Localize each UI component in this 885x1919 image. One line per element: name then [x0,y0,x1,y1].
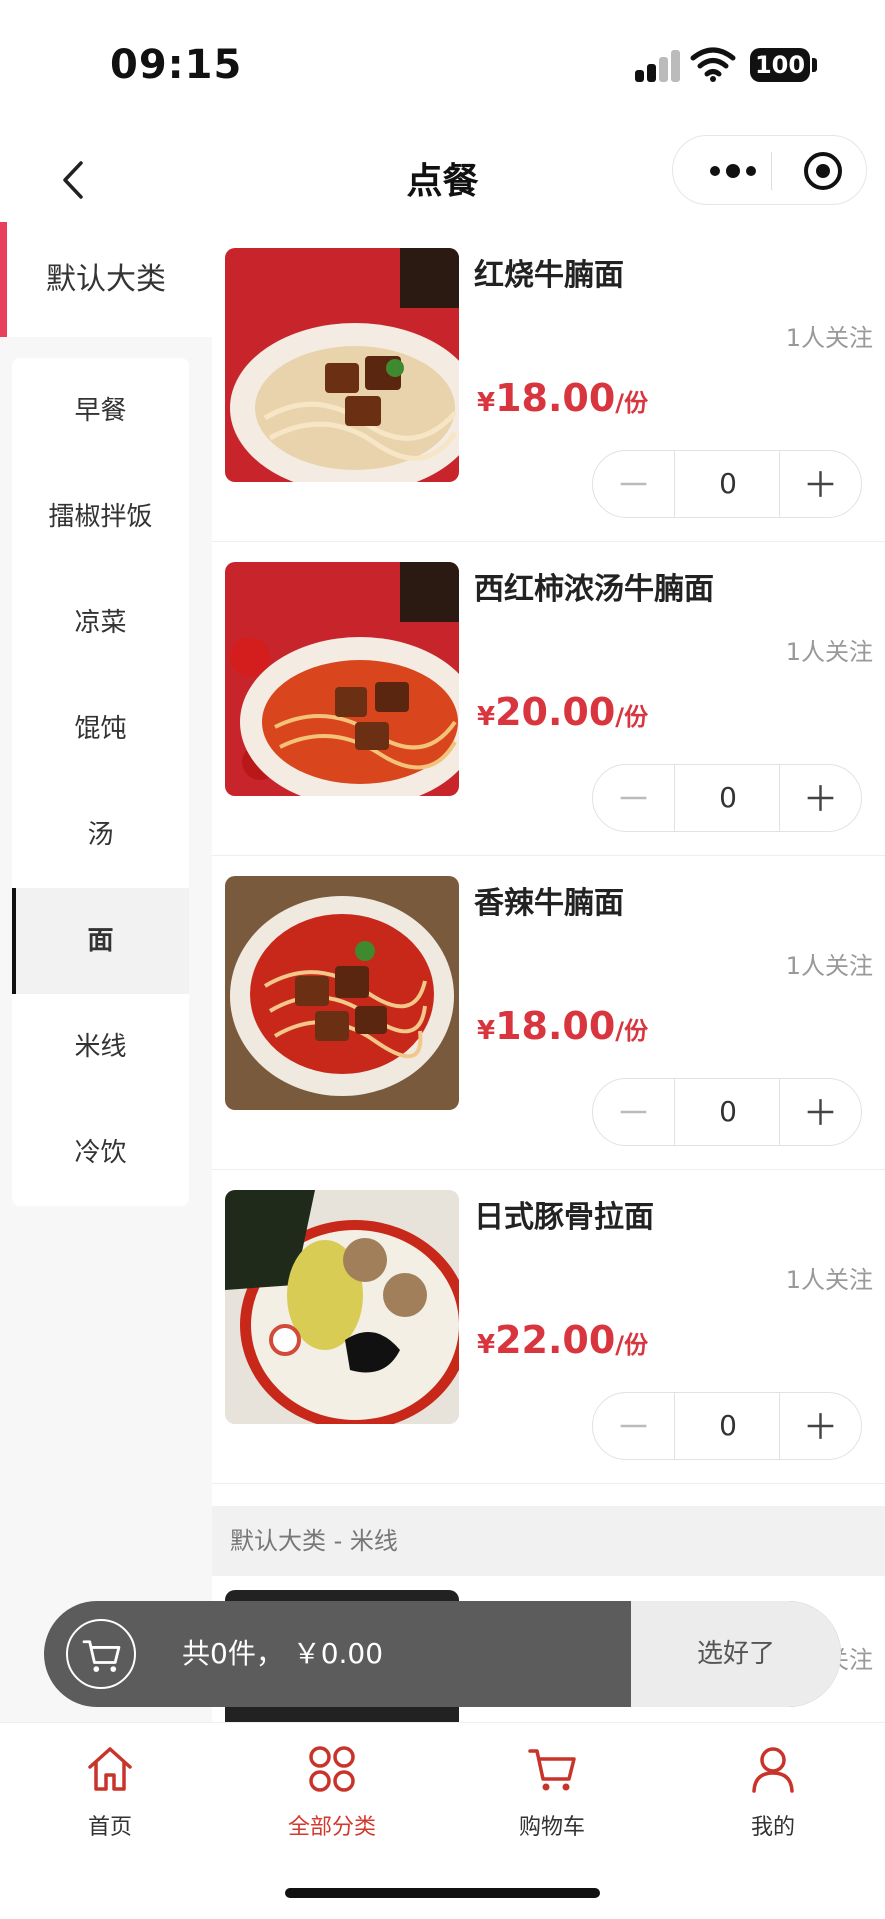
quantity-stepper: 0 [592,1078,862,1146]
price-unit: /份 [615,389,649,417]
more-icon[interactable] [693,136,773,206]
mini-program-capsule [672,135,867,205]
price-currency: ¥ [477,1330,496,1360]
minus-icon[interactable] [593,451,675,517]
section-header: 默认大类 - 米线 [212,1506,885,1576]
price-unit: /份 [615,1331,649,1359]
plus-icon[interactable] [779,1393,861,1459]
quantity-stepper: 0 [592,764,862,832]
tab-label: 我的 [750,1815,795,1840]
user-icon [752,1747,794,1793]
cart-icon[interactable] [66,1619,136,1689]
price-unit: /份 [615,1017,649,1045]
price-amount: 18.00 [495,376,616,420]
subcategory-item[interactable]: 米线 [12,994,189,1100]
minus-icon[interactable] [593,765,675,831]
cart-bar: 共0件， ￥0.00 选好了 [44,1601,841,1707]
navigation-bar: 点餐 [0,130,885,230]
price-currency: ¥ [477,702,496,732]
shopping-cart-icon [528,1749,576,1791]
home-icon [88,1747,132,1791]
product-card[interactable]: 红烧牛腩面 1人关注 ¥18.00/份 0 [212,228,885,542]
product-price: ¥22.00/份 [477,1318,648,1362]
tab-all-categories[interactable]: 全部分类 [257,1741,407,1851]
subcategory-item[interactable]: 馄饨 [12,676,189,782]
product-name: 日式豚骨拉面 [474,1200,654,1235]
product-price: ¥20.00/份 [477,690,648,734]
product-image [225,1190,459,1424]
product-card[interactable]: 西红柿浓汤牛腩面 1人关注 ¥20.00/份 0 [212,542,885,856]
price-currency: ¥ [477,388,496,418]
tab-label: 购物车 [518,1815,585,1840]
product-card[interactable]: 日式豚骨拉面 1人关注 ¥22.00/份 0 [212,1170,885,1484]
quantity-value[interactable]: 0 [675,1079,781,1145]
product-name: 红烧牛腩面 [474,258,624,293]
battery-indicator: 100 [750,48,810,82]
status-bar: 09:15 100 [0,0,885,120]
product-image [225,562,459,796]
main-category-label: 默认大类 [46,262,166,297]
tab-profile[interactable]: 我的 [698,1741,848,1851]
product-followers: 1人关注 [785,1266,873,1294]
subcategory-item[interactable]: 擂椒拌饭 [12,464,189,570]
subcategory-list: 早餐 擂椒拌饭 凉菜 馄饨 汤 面 米线 冷饮 [12,358,189,1206]
product-list: 红烧牛腩面 1人关注 ¥18.00/份 0 西红柿浓汤牛腩面 1人关注 ¥20.… [212,228,885,1730]
product-followers: 1人关注 [785,638,873,666]
main-category[interactable]: 默认大类 [0,222,212,337]
home-indicator [285,1888,600,1898]
product-image [225,248,459,482]
minus-icon[interactable] [593,1079,675,1145]
plus-icon[interactable] [779,1079,861,1145]
category-sidebar: 默认大类 早餐 擂椒拌饭 凉菜 馄饨 汤 面 米线 冷饮 [0,222,212,1722]
subcategory-item[interactable]: 冷饮 [12,1100,189,1206]
price-currency: ¥ [477,1016,496,1046]
plus-icon[interactable] [779,765,861,831]
quantity-value[interactable]: 0 [675,451,781,517]
subcategory-item-active[interactable]: 面 [12,888,189,994]
tab-bar: 首页 全部分类 购物车 我的 [0,1722,885,1919]
quantity-stepper: 0 [592,450,862,518]
tab-cart[interactable]: 购物车 [477,1741,627,1851]
capsule-divider [771,152,772,190]
tab-home[interactable]: 首页 [35,1741,185,1851]
product-followers: 1人关注 [785,952,873,980]
categories-icon [309,1746,355,1792]
price-amount: 18.00 [495,1004,616,1048]
quantity-value[interactable]: 0 [675,1393,781,1459]
subcategory-item[interactable]: 汤 [12,782,189,888]
minus-icon[interactable] [593,1393,675,1459]
product-name: 香辣牛腩面 [474,886,624,921]
cart-summary: 共0件， ￥0.00 [182,1637,384,1670]
tab-label: 首页 [87,1815,132,1840]
product-name: 西红柿浓汤牛腩面 [474,572,714,607]
tab-label: 全部分类 [287,1815,376,1840]
wifi-icon [690,47,736,82]
price-unit: /份 [615,703,649,731]
price-amount: 20.00 [495,690,616,734]
cellular-signal-icon [635,50,681,82]
product-price: ¥18.00/份 [477,1004,648,1048]
plus-icon[interactable] [779,451,861,517]
product-followers: 1人关注 [785,324,873,352]
close-target-icon[interactable] [791,136,855,206]
price-amount: 22.00 [495,1318,616,1362]
subcategory-item[interactable]: 凉菜 [12,570,189,676]
checkout-button[interactable]: 选好了 [631,1601,841,1707]
quantity-value[interactable]: 0 [675,765,781,831]
product-price: ¥18.00/份 [477,376,648,420]
quantity-stepper: 0 [592,1392,862,1460]
status-time: 09:15 [110,42,243,88]
subcategory-item[interactable]: 早餐 [12,358,189,464]
battery-tip [812,58,817,72]
product-image [225,876,459,1110]
product-card[interactable]: 香辣牛腩面 1人关注 ¥18.00/份 0 [212,856,885,1170]
